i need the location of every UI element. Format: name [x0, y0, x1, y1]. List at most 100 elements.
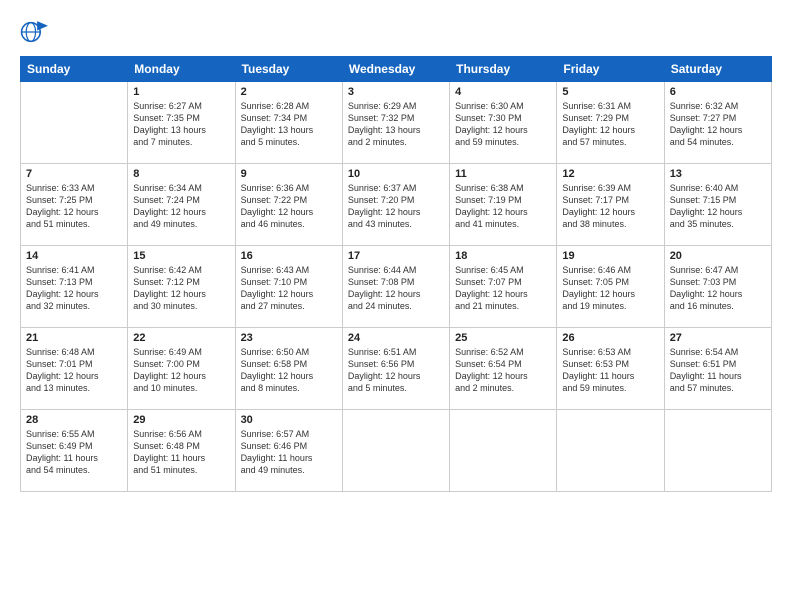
day-info: Sunrise: 6:49 AM Sunset: 7:00 PM Dayligh…: [133, 346, 229, 395]
logo: [20, 18, 52, 46]
day-info: Sunrise: 6:53 AM Sunset: 6:53 PM Dayligh…: [562, 346, 658, 395]
calendar-cell: 25 Sunrise: 6:52 AM Sunset: 6:54 PM Dayli…: [450, 328, 557, 410]
calendar-cell: 29 Sunrise: 6:56 AM Sunset: 6:48 PM Dayli…: [128, 410, 235, 492]
calendar-cell: 5 Sunrise: 6:31 AM Sunset: 7:29 PM Daylig…: [557, 82, 664, 164]
day-number: 9: [241, 168, 337, 180]
day-number: 18: [455, 250, 551, 262]
logo-icon: [20, 18, 48, 46]
header: [20, 18, 772, 46]
weekday-header-row: SundayMondayTuesdayWednesdayThursdayFrid…: [21, 57, 772, 82]
day-number: 1: [133, 86, 229, 98]
calendar-cell: 16 Sunrise: 6:43 AM Sunset: 7:10 PM Dayli…: [235, 246, 342, 328]
day-number: 29: [133, 414, 229, 426]
calendar-cell: 28 Sunrise: 6:55 AM Sunset: 6:49 PM Dayli…: [21, 410, 128, 492]
calendar-cell: 19 Sunrise: 6:46 AM Sunset: 7:05 PM Dayli…: [557, 246, 664, 328]
day-info: Sunrise: 6:45 AM Sunset: 7:07 PM Dayligh…: [455, 264, 551, 313]
day-info: Sunrise: 6:33 AM Sunset: 7:25 PM Dayligh…: [26, 182, 122, 231]
calendar-cell: 1 Sunrise: 6:27 AM Sunset: 7:35 PM Daylig…: [128, 82, 235, 164]
calendar-table: SundayMondayTuesdayWednesdayThursdayFrid…: [20, 56, 772, 492]
day-info: Sunrise: 6:32 AM Sunset: 7:27 PM Dayligh…: [670, 100, 766, 149]
calendar-cell: 21Sunrise: 6:48 AM Sunset: 7:01 PM Dayli…: [21, 328, 128, 410]
day-number: 28: [26, 414, 122, 426]
day-number: 14: [26, 250, 122, 262]
calendar-cell: 17 Sunrise: 6:44 AM Sunset: 7:08 PM Dayli…: [342, 246, 449, 328]
day-info: Sunrise: 6:48 AM Sunset: 7:01 PM Dayligh…: [26, 346, 122, 395]
day-info: Sunrise: 6:39 AM Sunset: 7:17 PM Dayligh…: [562, 182, 658, 231]
day-number: 11: [455, 168, 551, 180]
calendar-cell: 9Sunrise: 6:36 AM Sunset: 7:22 PM Daylig…: [235, 164, 342, 246]
calendar-week-row: 1 Sunrise: 6:27 AM Sunset: 7:35 PM Daylig…: [21, 82, 772, 164]
calendar-cell: 12 Sunrise: 6:39 AM Sunset: 7:17 PM Dayli…: [557, 164, 664, 246]
calendar-cell: 27 Sunrise: 6:54 AM Sunset: 6:51 PM Dayli…: [664, 328, 771, 410]
day-info: Sunrise: 6:51 AM Sunset: 6:56 PM Dayligh…: [348, 346, 444, 395]
weekday-header-saturday: Saturday: [664, 57, 771, 82]
day-info: Sunrise: 6:34 AM Sunset: 7:24 PM Dayligh…: [133, 182, 229, 231]
day-number: 7: [26, 168, 122, 180]
day-number: 15: [133, 250, 229, 262]
day-info: Sunrise: 6:28 AM Sunset: 7:34 PM Dayligh…: [241, 100, 337, 149]
day-number: 24: [348, 332, 444, 344]
day-info: Sunrise: 6:41 AM Sunset: 7:13 PM Dayligh…: [26, 264, 122, 313]
calendar-cell: 15 Sunrise: 6:42 AM Sunset: 7:12 PM Dayli…: [128, 246, 235, 328]
calendar-cell: 14 Sunrise: 6:41 AM Sunset: 7:13 PM Dayli…: [21, 246, 128, 328]
day-number: 17: [348, 250, 444, 262]
day-info: Sunrise: 6:54 AM Sunset: 6:51 PM Dayligh…: [670, 346, 766, 395]
day-number: 30: [241, 414, 337, 426]
calendar-cell: 3 Sunrise: 6:29 AM Sunset: 7:32 PM Daylig…: [342, 82, 449, 164]
weekday-header-wednesday: Wednesday: [342, 57, 449, 82]
day-info: Sunrise: 6:27 AM Sunset: 7:35 PM Dayligh…: [133, 100, 229, 149]
day-info: Sunrise: 6:29 AM Sunset: 7:32 PM Dayligh…: [348, 100, 444, 149]
day-info: Sunrise: 6:43 AM Sunset: 7:10 PM Dayligh…: [241, 264, 337, 313]
calendar-cell: 6 Sunrise: 6:32 AM Sunset: 7:27 PM Daylig…: [664, 82, 771, 164]
day-info: Sunrise: 6:31 AM Sunset: 7:29 PM Dayligh…: [562, 100, 658, 149]
page: SundayMondayTuesdayWednesdayThursdayFrid…: [0, 0, 792, 612]
weekday-header-sunday: Sunday: [21, 57, 128, 82]
calendar-cell: 24 Sunrise: 6:51 AM Sunset: 6:56 PM Dayli…: [342, 328, 449, 410]
day-info: Sunrise: 6:52 AM Sunset: 6:54 PM Dayligh…: [455, 346, 551, 395]
calendar-cell: 22 Sunrise: 6:49 AM Sunset: 7:00 PM Dayli…: [128, 328, 235, 410]
weekday-header-friday: Friday: [557, 57, 664, 82]
day-info: Sunrise: 6:50 AM Sunset: 6:58 PM Dayligh…: [241, 346, 337, 395]
day-info: Sunrise: 6:46 AM Sunset: 7:05 PM Dayligh…: [562, 264, 658, 313]
day-number: 13: [670, 168, 766, 180]
day-number: 3: [348, 86, 444, 98]
weekday-header-monday: Monday: [128, 57, 235, 82]
calendar-cell: 10Sunrise: 6:37 AM Sunset: 7:20 PM Dayli…: [342, 164, 449, 246]
calendar-cell: [21, 82, 128, 164]
calendar-cell: 20 Sunrise: 6:47 AM Sunset: 7:03 PM Dayli…: [664, 246, 771, 328]
day-number: 2: [241, 86, 337, 98]
calendar-cell: 23 Sunrise: 6:50 AM Sunset: 6:58 PM Dayli…: [235, 328, 342, 410]
calendar-cell: 2 Sunrise: 6:28 AM Sunset: 7:34 PM Daylig…: [235, 82, 342, 164]
day-number: 8: [133, 168, 229, 180]
day-info: Sunrise: 6:42 AM Sunset: 7:12 PM Dayligh…: [133, 264, 229, 313]
calendar-cell: 11Sunrise: 6:38 AM Sunset: 7:19 PM Dayli…: [450, 164, 557, 246]
day-info: Sunrise: 6:47 AM Sunset: 7:03 PM Dayligh…: [670, 264, 766, 313]
day-info: Sunrise: 6:56 AM Sunset: 6:48 PM Dayligh…: [133, 428, 229, 477]
day-number: 27: [670, 332, 766, 344]
day-number: 12: [562, 168, 658, 180]
weekday-header-thursday: Thursday: [450, 57, 557, 82]
calendar-week-row: 28 Sunrise: 6:55 AM Sunset: 6:49 PM Dayli…: [21, 410, 772, 492]
calendar-cell: 4Sunrise: 6:30 AM Sunset: 7:30 PM Daylig…: [450, 82, 557, 164]
day-number: 6: [670, 86, 766, 98]
calendar-cell: [342, 410, 449, 492]
day-number: 20: [670, 250, 766, 262]
day-number: 16: [241, 250, 337, 262]
day-number: 23: [241, 332, 337, 344]
day-info: Sunrise: 6:44 AM Sunset: 7:08 PM Dayligh…: [348, 264, 444, 313]
calendar-cell: 18 Sunrise: 6:45 AM Sunset: 7:07 PM Dayli…: [450, 246, 557, 328]
day-number: 5: [562, 86, 658, 98]
calendar-cell: 26 Sunrise: 6:53 AM Sunset: 6:53 PM Dayli…: [557, 328, 664, 410]
calendar-cell: [557, 410, 664, 492]
day-number: 22: [133, 332, 229, 344]
day-info: Sunrise: 6:55 AM Sunset: 6:49 PM Dayligh…: [26, 428, 122, 477]
day-number: 26: [562, 332, 658, 344]
calendar-week-row: 21Sunrise: 6:48 AM Sunset: 7:01 PM Dayli…: [21, 328, 772, 410]
calendar-cell: 8 Sunrise: 6:34 AM Sunset: 7:24 PM Daylig…: [128, 164, 235, 246]
day-info: Sunrise: 6:57 AM Sunset: 6:46 PM Dayligh…: [241, 428, 337, 477]
calendar-cell: [664, 410, 771, 492]
calendar-cell: 13Sunrise: 6:40 AM Sunset: 7:15 PM Dayli…: [664, 164, 771, 246]
day-number: 25: [455, 332, 551, 344]
calendar-week-row: 7 Sunrise: 6:33 AM Sunset: 7:25 PM Daylig…: [21, 164, 772, 246]
day-number: 19: [562, 250, 658, 262]
